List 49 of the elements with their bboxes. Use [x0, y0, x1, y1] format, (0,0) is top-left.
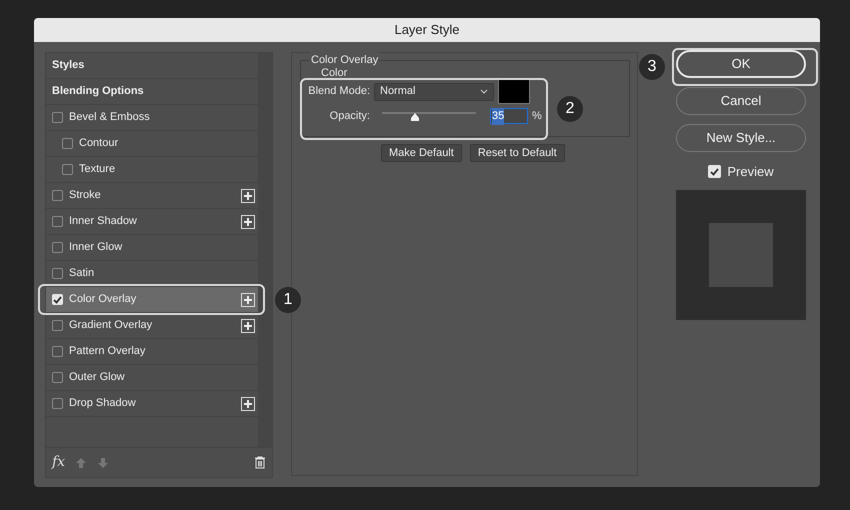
- checkbox[interactable]: [52, 372, 63, 383]
- field-label: Opacity:: [328, 109, 370, 124]
- window-title: Layer Style: [394, 21, 460, 40]
- checkbox-label: Preview: [727, 163, 774, 181]
- down-arrow-icon[interactable]: [97, 456, 110, 468]
- checkbox[interactable]: [62, 138, 73, 149]
- blend-mode-dropdown[interactable]: Normal: [374, 82, 494, 100]
- dialog-button[interactable]: Cancel: [676, 87, 806, 115]
- list-item[interactable]: Stroke: [46, 183, 258, 209]
- list-item[interactable]: Drop Shadow: [46, 391, 258, 417]
- panel-button[interactable]: Make Default: [381, 144, 462, 162]
- field-label: Blend Mode:: [307, 84, 370, 100]
- fx-button[interactable]: fx: [52, 452, 66, 473]
- list-item[interactable]: Gradient Overlay: [46, 313, 258, 339]
- dialog-button[interactable]: OK: [676, 50, 806, 78]
- trash-icon[interactable]: [254, 456, 266, 469]
- chevron-icon: [480, 89, 488, 94]
- add-icon[interactable]: [241, 292, 255, 306]
- checkbox[interactable]: [52, 268, 63, 279]
- add-icon[interactable]: [241, 214, 255, 228]
- section-title: Color Overlay: [310, 52, 380, 68]
- checkbox[interactable]: [52, 242, 63, 253]
- up-arrow-icon[interactable]: [75, 456, 88, 468]
- dialog-button[interactable]: New Style...: [676, 124, 806, 152]
- add-icon[interactable]: [241, 188, 255, 202]
- checkbox[interactable]: [52, 346, 63, 357]
- preview-checkbox[interactable]: [708, 165, 722, 178]
- opacity-input[interactable]: 35: [490, 108, 528, 124]
- list-item[interactable]: Color Overlay: [46, 287, 258, 313]
- list-item[interactable]: Pattern Overlay: [46, 339, 258, 365]
- opacity-slider[interactable]: [382, 110, 476, 122]
- checkbox[interactable]: [52, 112, 63, 123]
- panel-button[interactable]: Reset to Default: [470, 144, 565, 162]
- color-swatch[interactable]: [498, 79, 530, 104]
- list-item[interactable]: Bevel & Emboss: [46, 105, 258, 131]
- unit-label: %: [532, 109, 542, 124]
- list-item[interactable]: Texture: [46, 157, 258, 183]
- checkbox[interactable]: [52, 398, 63, 409]
- checkbox[interactable]: [52, 294, 63, 305]
- list-item[interactable]: Outer Glow: [46, 365, 258, 391]
- checkbox[interactable]: [52, 190, 63, 201]
- add-icon[interactable]: [241, 396, 255, 410]
- add-icon[interactable]: [241, 318, 255, 332]
- checkbox[interactable]: [52, 320, 63, 331]
- checkbox[interactable]: [52, 216, 63, 227]
- list-item[interactable]: Inner Shadow: [46, 209, 258, 235]
- list-item[interactable]: Inner Glow: [46, 235, 258, 261]
- list-item[interactable]: Contour: [46, 131, 258, 157]
- checkbox[interactable]: [62, 164, 73, 175]
